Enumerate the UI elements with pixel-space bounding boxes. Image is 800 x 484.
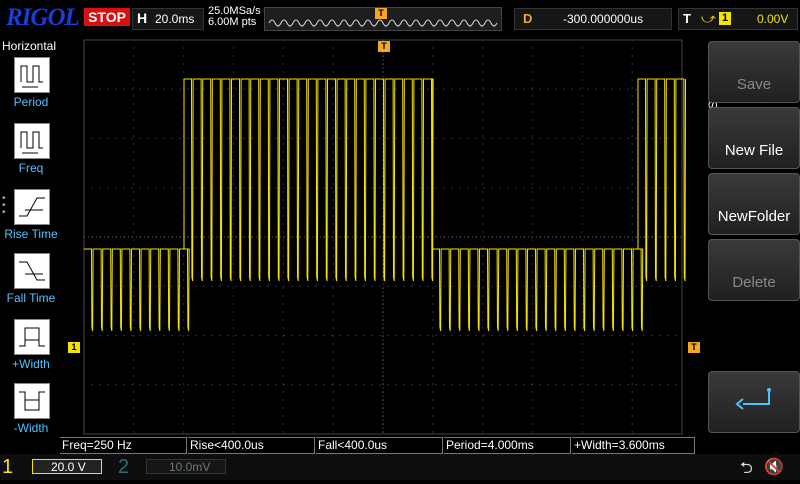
rise-time-icon <box>14 189 50 225</box>
bottom-channel-bar: 1 20.0 V 2 10.0mV ⮌ 🔇 <box>0 454 800 480</box>
trigger-position-marker-screen[interactable]: T <box>378 41 390 52</box>
delay-letter: D <box>523 11 533 26</box>
channel-1-ground-marker[interactable]: 1 <box>68 342 80 353</box>
new-file-button[interactable]: New File <box>708 107 800 169</box>
memory-position-bar[interactable]: T <box>264 7 502 31</box>
return-arrow-icon <box>735 388 771 410</box>
menu-title: Horizontal <box>2 39 57 53</box>
delay-box[interactable]: D -300.000000us <box>514 8 672 30</box>
trigger-letter: T <box>683 11 691 26</box>
timebase-letter: H <box>137 10 148 26</box>
channel-2-scale[interactable]: 10.0mV <box>146 459 226 474</box>
measure-negative-width[interactable]: -Width <box>0 383 62 447</box>
channel-2-number[interactable]: 2 <box>118 456 129 479</box>
fall-time-icon <box>14 253 50 289</box>
trigger-source: 1 <box>719 12 731 25</box>
measurement-fall[interactable]: Fall<400.0us <box>316 437 443 454</box>
measurement-period[interactable]: Period=4.000ms <box>444 437 571 454</box>
rigol-logo: RIGOL <box>6 4 80 31</box>
delete-button[interactable]: Delete <box>708 239 800 301</box>
new-folder-label: NewFolder <box>717 208 791 225</box>
rising-edge-icon: ⤻ <box>701 10 716 26</box>
measure-period-label: Period <box>13 95 49 109</box>
speaker-muted-icon[interactable]: 🔇 <box>764 457 784 477</box>
memory-depth: 6.00M pts <box>208 16 257 28</box>
delete-label: Delete <box>732 274 776 291</box>
top-status-bar: RIGOL STOP H 20.0ms 25.0MSa/s 6.00M pts … <box>0 0 800 36</box>
measure-negative-width-label: -Width <box>13 421 49 435</box>
delay-value: -300.000000us <box>563 12 644 26</box>
measure-frequency[interactable]: Freq <box>0 123 62 187</box>
waveform-grid <box>83 39 687 435</box>
save-menu: Save Save New File NewFolder Delete <box>704 37 800 437</box>
measure-rise-time-label: Rise Time <box>4 227 58 241</box>
measurement-frequency[interactable]: Freq=250 Hz <box>60 437 187 454</box>
frequency-icon <box>14 123 50 159</box>
channel-1-number: 1 <box>2 456 14 478</box>
trigger-box[interactable]: T ⤻ 1 0.00V <box>678 8 798 30</box>
measurement-bar: Freq=250 Hz Rise<400.0us Fall<400.0us Pe… <box>60 437 700 454</box>
horizontal-measure-menu: Horizontal • • • Period Freq Rise Time Fal… <box>0 37 62 437</box>
measurement-positive-width[interactable]: +Width=3.600ms <box>572 437 695 454</box>
new-file-label: New File <box>724 142 784 159</box>
negative-width-icon <box>14 383 50 419</box>
back-button[interactable] <box>708 371 800 433</box>
trigger-position-marker: T <box>375 8 387 19</box>
measurement-rise[interactable]: Rise<400.0us <box>188 437 315 454</box>
period-icon <box>14 57 50 93</box>
channel-1-scale: 20.0 V <box>32 459 102 474</box>
measure-frequency-label: Freq <box>18 161 44 175</box>
waveform-display[interactable]: 1 T T <box>62 37 702 437</box>
measure-fall-time[interactable]: Fall Time <box>0 253 62 317</box>
new-folder-button[interactable]: NewFolder <box>708 173 800 235</box>
timebase-value: 20.0ms <box>155 12 195 26</box>
run-stop-status[interactable]: STOP <box>84 8 130 26</box>
measure-period[interactable]: Period <box>0 57 62 121</box>
timebase-box[interactable]: H 20.0ms <box>132 8 204 30</box>
positive-width-icon <box>14 319 50 355</box>
measure-positive-width[interactable]: +Width <box>0 319 62 383</box>
save-button[interactable]: Save <box>708 41 800 103</box>
measure-positive-width-label: +Width <box>12 357 50 371</box>
save-button-label: Save <box>736 76 772 93</box>
measure-rise-time[interactable]: Rise Time <box>0 189 62 253</box>
trigger-level: 0.00V <box>757 12 789 26</box>
channel-1-status[interactable]: 1 20.0 V <box>0 454 108 480</box>
measure-fall-time-label: Fall Time <box>6 291 56 305</box>
trigger-level-marker[interactable]: T <box>688 342 700 353</box>
